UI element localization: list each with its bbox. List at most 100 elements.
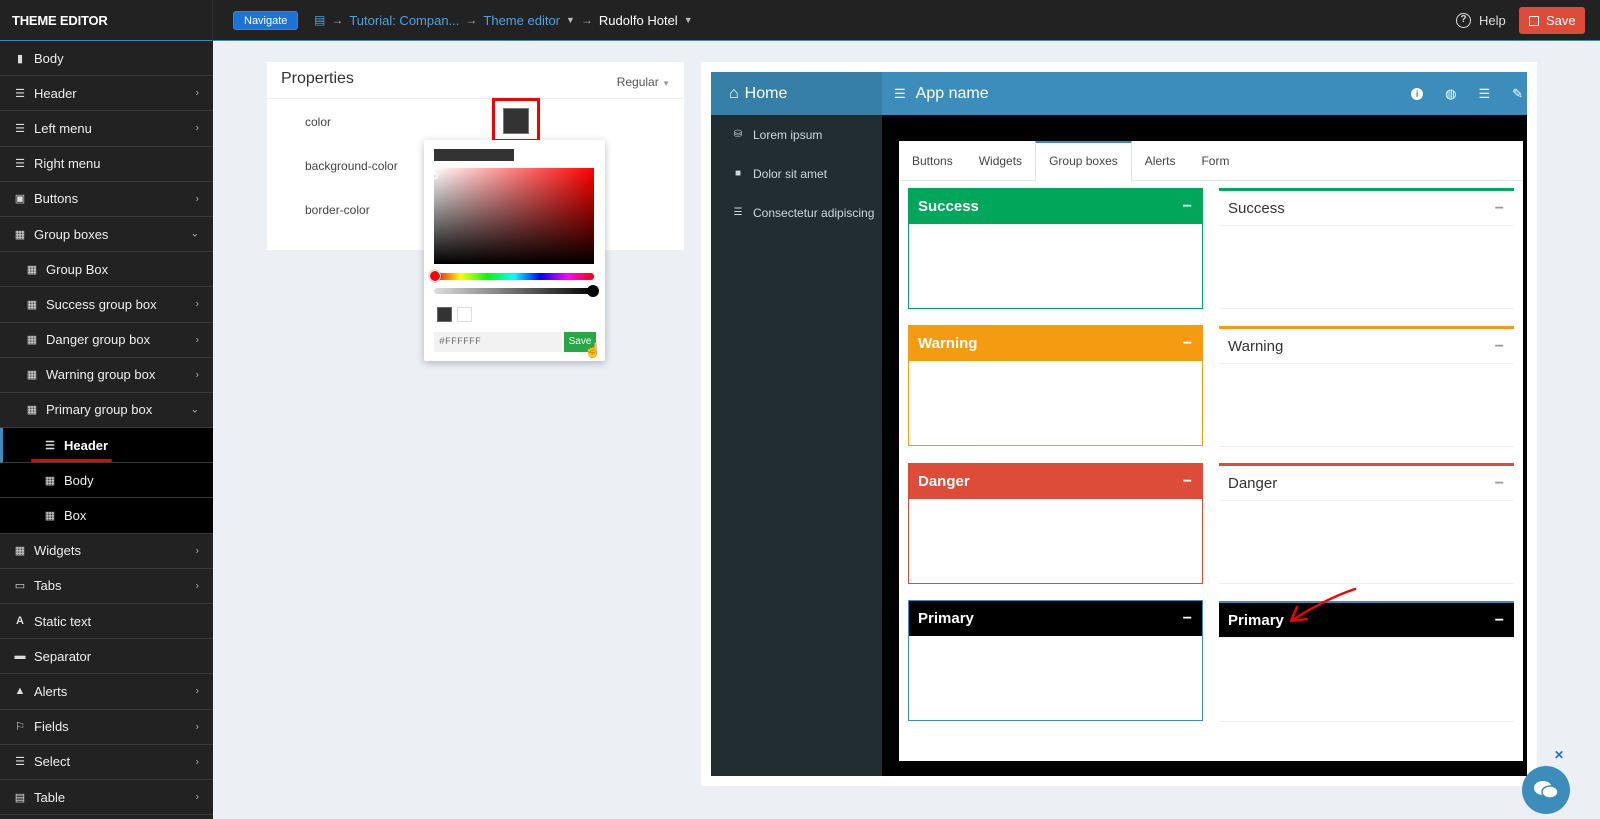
sidebar-item-select[interactable]: ☰ Select › [0,745,213,780]
preview-side-item-lorem[interactable]: ⛁ Lorem ipsum [711,115,882,154]
save-disk-icon [1529,15,1539,26]
sidebar-item-table[interactable]: ▤ Table › [0,780,213,816]
sidebar-item-label: Warning group box [46,367,156,383]
minimize-icon[interactable]: − [1183,464,1192,499]
app-name-label: App name [915,85,989,102]
sidebar-item-body[interactable]: ▮ Body [0,41,213,77]
sidebar-item-label: Left menu [34,120,92,136]
sidebar-item-buttons[interactable]: ▣ Buttons › [0,182,213,217]
sidebar-item-group-box[interactable]: ▦ Group Box [0,252,213,288]
breadcrumb: ▤ → Tutorial: Compan... → Theme editor ▼… [314,0,693,41]
grid-icon: ▦ [26,369,38,382]
info-icon[interactable]: i [1411,87,1424,100]
grid-icon: ▦ [26,298,38,311]
chevron-right-icon: › [195,87,199,99]
minimize-icon[interactable]: − [1495,603,1504,638]
group-box-primary-solid: Primary − [908,600,1203,721]
lock-icon: ■ [734,168,742,179]
preview-side-item-consectetur[interactable]: ☰ Consectetur adipiscing [711,193,882,232]
sidebar-item-warning-group-box[interactable]: ▦ Warning group box › [0,358,213,393]
sidebar-item-primary-header[interactable]: ☰ Header [0,428,213,464]
preview-side-item-dolor[interactable]: ■ Dolor sit amet [711,154,882,193]
hue-slider[interactable] [429,270,594,282]
minimize-icon[interactable]: − [1183,189,1192,224]
breadcrumb-item-current[interactable]: Rudolfo Hotel [599,0,678,41]
chevron-right-icon: › [195,369,199,381]
minimize-icon[interactable]: − [1495,466,1504,501]
help-link[interactable]: ? Help [1456,0,1506,41]
window-list-icon[interactable]: ▤ [314,0,325,41]
preview-content: Buttons Widgets Group boxes Alerts Form … [899,141,1523,761]
sidebar-item-primary-group-box[interactable]: ▦ Primary group box ⌄ [0,393,213,429]
flag-icon: ⚐ [15,721,25,734]
close-icon[interactable]: ✕ [1554,748,1564,762]
sidebar-item-static-text[interactable]: A Static text [0,604,213,640]
globe-icon[interactable]: ◍ [1445,86,1456,102]
minimize-icon[interactable]: − [1183,601,1192,636]
sidebar-item-label: Alerts [34,683,68,699]
grid-icon: ▦ [44,474,56,487]
sidebar-item-header[interactable]: ☰ Header › [0,76,213,112]
sidebar-item-primary-body[interactable]: ▦ Body [0,463,213,499]
bars-icon[interactable]: ☰ [894,72,906,115]
group-box-header: Success − [909,189,1202,224]
tab-form[interactable]: Form [1188,141,1242,180]
sidebar-item-right-menu[interactable]: ☰ Right menu [0,147,213,182]
preset-swatch-dark[interactable] [437,307,452,322]
hex-input[interactable] [434,332,562,352]
hue-handle[interactable] [429,270,441,282]
preview-home-link[interactable]: ⌂ Home [711,72,882,115]
color-picker: Save ☝ [424,140,605,361]
breadcrumb-item-theme-editor[interactable]: Theme editor [483,0,560,41]
sidebar-item-fields[interactable]: ⚐ Fields › [0,710,213,745]
sidebar-item-danger-group-box[interactable]: ▦ Danger group box › [0,323,213,358]
saturation-value-area[interactable] [432,168,594,264]
tab-group-boxes[interactable]: Group boxes [1035,141,1132,182]
tab-alerts[interactable]: Alerts [1132,141,1189,180]
sidebar-item-label: Body [34,50,64,66]
sidebar-item-separator[interactable]: ▬ Separator [0,639,213,675]
minimize-icon[interactable]: − [1495,191,1504,226]
grid-icon: ▦ [44,510,56,523]
sidebar-item-left-menu[interactable]: ☰ Left menu › [0,111,213,147]
mode-dropdown[interactable]: Regular ▼ [617,75,670,89]
arrow-right-icon: → [331,13,344,27]
preset-swatch-white[interactable] [457,307,472,322]
sidebar-item-success-group-box[interactable]: ▦ Success group box › [0,287,213,323]
group-box-title: Danger [918,473,970,490]
alpha-slider[interactable] [434,285,599,297]
group-box-warning-solid: Warning − [908,325,1203,446]
save-button[interactable]: Save [1519,7,1585,34]
home-label: Home [744,85,788,102]
caret-down-icon[interactable]: ▼ [566,0,575,41]
minimize-icon[interactable]: − [1495,329,1504,364]
sidebar-item-label: Right menu [34,156,101,172]
chat-button[interactable] [1522,766,1570,814]
navigate-button[interactable]: Navigate [233,11,299,30]
chevron-right-icon: › [195,721,199,733]
group-box-title: Danger [1228,475,1278,492]
folder-icon: ▭ [14,580,26,593]
sidebar-item-primary-box[interactable]: ▦ Box [0,498,213,534]
tab-widgets[interactable]: Widgets [966,141,1035,180]
wrench-icon[interactable]: ✎ [1512,86,1523,102]
color-swatch[interactable] [503,108,529,134]
group-box-header: Primary − [909,601,1202,636]
minus-icon: ▬ [14,650,26,663]
sidebar-item-widgets[interactable]: ▦ Widgets › [0,534,213,569]
sidebar-item-group-boxes[interactable]: ▦ Group boxes ⌄ [0,217,213,253]
caret-down-icon[interactable]: ▼ [684,0,693,41]
grid-icon: ▦ [26,263,38,276]
annotation-arrow-icon [1289,587,1357,623]
minimize-icon[interactable]: − [1183,326,1192,361]
tab-buttons[interactable]: Buttons [899,141,966,180]
sidebar-item-alerts[interactable]: ▲ Alerts › [0,674,213,710]
list-icon[interactable]: ☰ [1478,86,1490,102]
group-box-primary-outline: Primary − [1219,601,1514,722]
sv-handle[interactable] [432,173,438,179]
sidebar-item-label: Primary group box [46,402,153,418]
breadcrumb-item-tutorial[interactable]: Tutorial: Compan... [349,0,459,41]
alpha-handle[interactable] [587,285,599,297]
group-box-warning-outline: Warning − [1219,326,1514,447]
sidebar-item-tabs[interactable]: ▭ Tabs › [0,569,213,604]
